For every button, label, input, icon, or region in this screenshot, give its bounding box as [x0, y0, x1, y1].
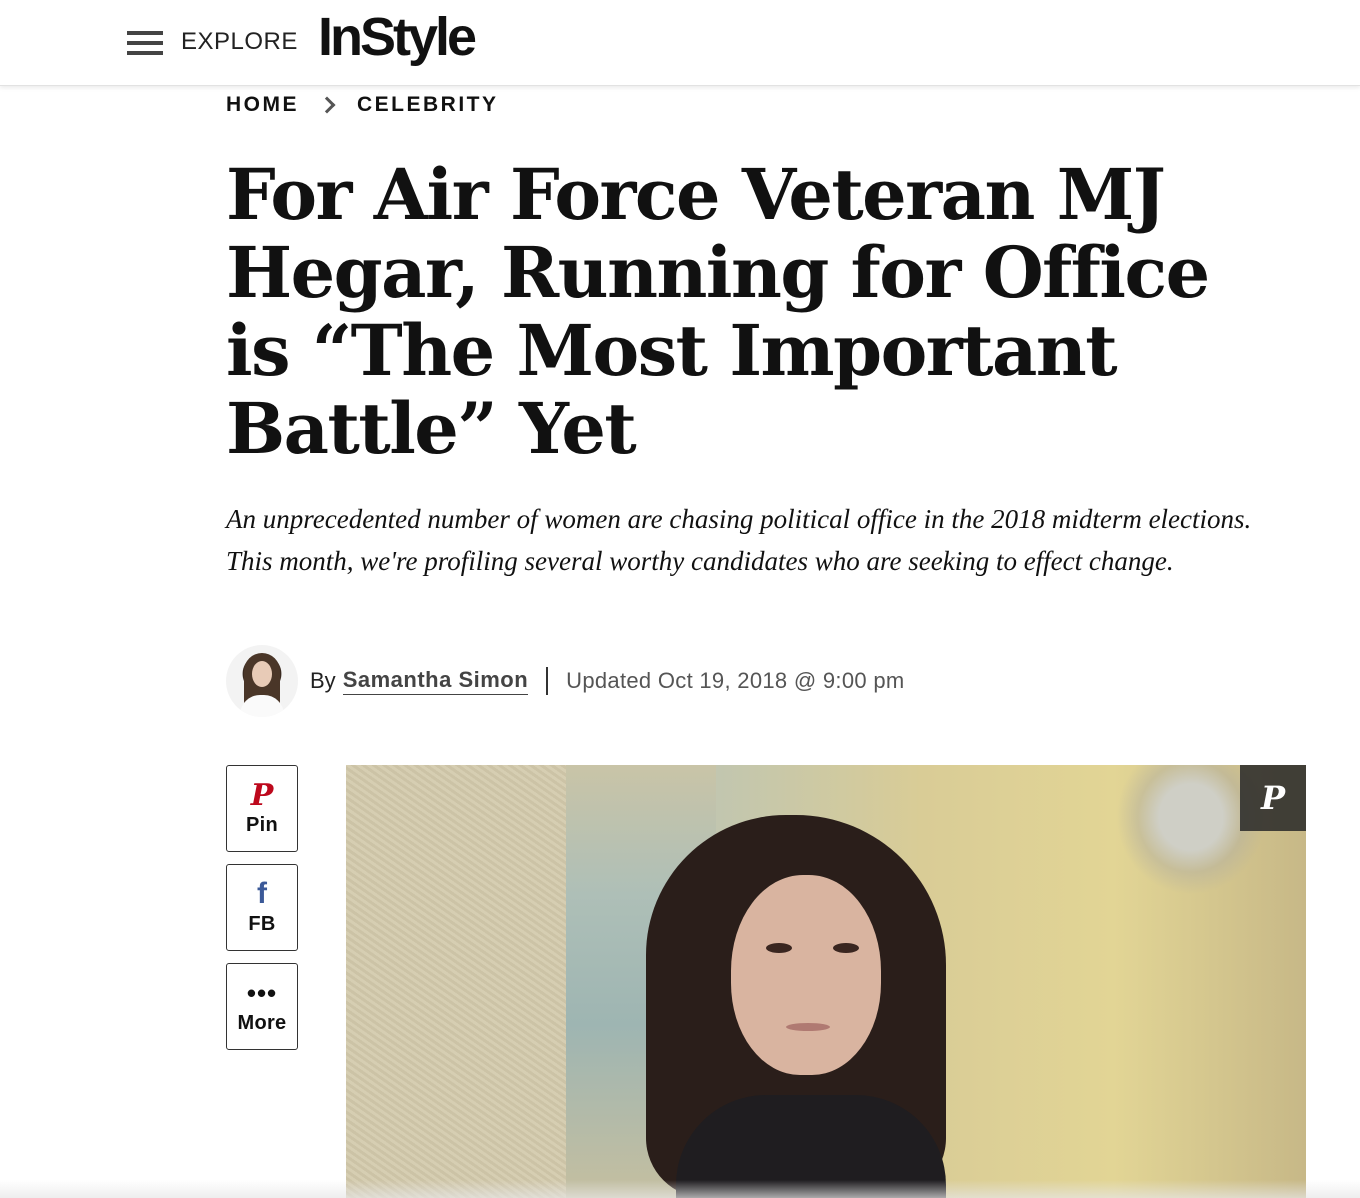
breadcrumb-home[interactable]: HOME: [226, 93, 299, 117]
more-share-button[interactable]: ••• More: [226, 963, 298, 1050]
more-label: More: [237, 1012, 287, 1034]
breadcrumb: HOME CELEBRITY: [226, 93, 499, 117]
article-dek: An unprecedented number of women are cha…: [226, 504, 1252, 576]
pin-label: Pin: [245, 814, 278, 836]
hero-pin-button[interactable]: P: [1240, 765, 1306, 831]
explore-button[interactable]: EXPLORE: [181, 28, 298, 56]
facebook-icon: f: [257, 877, 267, 910]
byline: By Samantha Simon Updated Oct 19, 2018 @…: [226, 645, 904, 717]
updated-date: Updated Oct 19, 2018 @ 9:00 pm: [566, 668, 905, 693]
byline-divider: [546, 667, 549, 695]
more-dots-icon: •••: [246, 978, 278, 1008]
hero-image[interactable]: [346, 765, 1306, 1198]
site-header: EXPLORE InStyle: [0, 0, 1360, 86]
chevron-right-icon: [318, 96, 336, 114]
author-link[interactable]: Samantha Simon: [342, 667, 529, 695]
pinterest-icon: P: [250, 777, 274, 813]
facebook-share-button[interactable]: f FB: [226, 864, 298, 951]
fb-label: FB: [248, 913, 276, 935]
menu-icon[interactable]: [127, 31, 163, 55]
pinterest-icon: P: [1260, 779, 1286, 817]
article-title: For Air Force Veteran MJ Hegar, Running …: [226, 153, 1210, 470]
instyle-logo[interactable]: InStyle: [318, 6, 477, 68]
author-avatar[interactable]: [226, 645, 298, 717]
bottom-fade: [0, 1180, 1360, 1198]
breadcrumb-celebrity[interactable]: CELEBRITY: [357, 93, 499, 117]
pin-share-button[interactable]: P Pin: [226, 765, 298, 852]
byline-prefix: By: [310, 668, 336, 693]
